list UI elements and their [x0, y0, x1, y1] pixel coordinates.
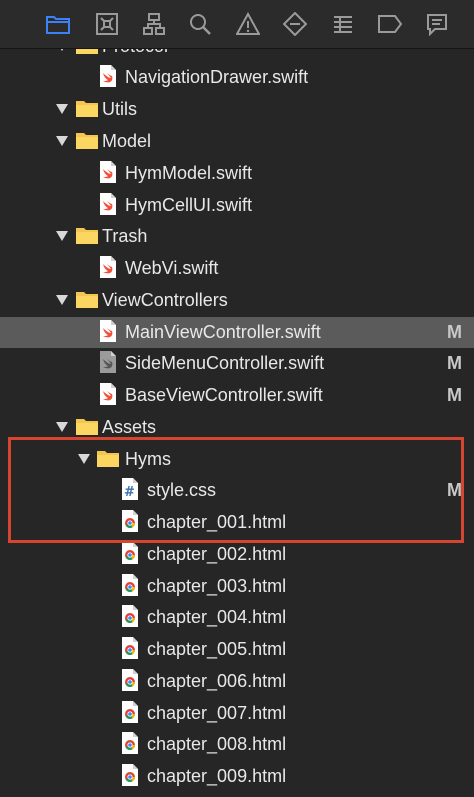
file-row[interactable]: chapter_004.html — [0, 602, 474, 633]
item-label: style.css — [147, 480, 217, 500]
hierarchy-icon[interactable] — [140, 10, 168, 38]
file-row[interactable]: chapter_005.html — [0, 634, 474, 665]
swift-file-icon — [100, 320, 116, 342]
breakpoint-icon[interactable] — [376, 10, 404, 38]
item-label: ViewControllers — [102, 290, 228, 310]
html-file-icon — [122, 732, 138, 754]
item-label: HymModel.swift — [125, 163, 253, 183]
item-label: chapter_007.html — [147, 703, 287, 723]
swift-file-icon — [100, 161, 116, 183]
html-file-icon — [122, 637, 138, 659]
item-label: BaseViewController.swift — [125, 385, 323, 405]
swift-file-icon — [100, 351, 116, 373]
html-file-icon — [122, 605, 138, 627]
folder-icon — [76, 417, 98, 435]
item-label: Assets — [102, 417, 157, 437]
item-label: NavigationDrawer.swift — [125, 67, 309, 87]
disclosure-triangle-icon[interactable] — [56, 422, 68, 432]
item-label: chapter_001.html — [147, 512, 287, 532]
folder-row[interactable]: Utils — [0, 94, 474, 125]
file-row[interactable]: chapter_008.html — [0, 729, 474, 760]
item-label: Utils — [102, 99, 137, 119]
test-icon[interactable] — [281, 10, 309, 38]
scm-status-badge: M — [447, 480, 462, 500]
folder-row[interactable]: Assets — [0, 412, 474, 443]
file-row[interactable]: SideMenuController.swift M — [0, 348, 474, 379]
warning-icon[interactable] — [234, 10, 262, 38]
disclosure-triangle-icon[interactable] — [56, 295, 68, 305]
file-row[interactable]: BaseViewController.swift M — [0, 380, 474, 411]
html-file-icon — [122, 701, 138, 723]
swift-file-icon — [100, 256, 116, 278]
file-row[interactable]: NavigationDrawer.swift — [0, 62, 474, 93]
file-row[interactable]: HymModel.swift — [0, 158, 474, 189]
scm-status-badge: M — [447, 353, 462, 373]
swift-file-icon — [100, 383, 116, 405]
folder-row[interactable]: Trash — [0, 221, 474, 252]
item-label: chapter_003.html — [147, 576, 287, 596]
file-row[interactable]: HymCellUI.swift — [0, 190, 474, 221]
file-row[interactable]: MainViewController.swift M — [0, 317, 474, 348]
file-row[interactable]: chapter_007.html — [0, 698, 474, 729]
item-label: MainViewController.swift — [125, 322, 321, 342]
swift-file-icon — [100, 193, 116, 215]
source-control-icon[interactable] — [93, 10, 121, 38]
item-label: chapter_002.html — [147, 544, 287, 564]
folder-icon — [76, 226, 98, 244]
css-file-icon: # — [122, 478, 138, 500]
file-row[interactable]: chapter_006.html — [0, 666, 474, 697]
search-icon[interactable] — [186, 10, 214, 38]
html-file-icon — [122, 542, 138, 564]
html-file-icon — [122, 669, 138, 691]
item-label: chapter_008.html — [147, 734, 287, 754]
disclosure-triangle-icon[interactable] — [56, 104, 68, 114]
folder-row[interactable]: Protocol — [0, 48, 474, 62]
html-file-icon — [122, 764, 138, 786]
item-label: SideMenuController.swift — [125, 353, 325, 373]
disclosure-triangle-icon[interactable] — [56, 231, 68, 241]
scm-status-badge: M — [447, 385, 462, 405]
folder-icon — [76, 131, 98, 149]
item-label: WebVi.swift — [125, 258, 219, 278]
file-row[interactable]: WebVi.swift — [0, 253, 474, 284]
folder-icon — [97, 449, 119, 467]
disclosure-triangle-icon[interactable] — [78, 454, 90, 464]
folder-icon — [76, 99, 98, 117]
file-row[interactable]: # style.css M — [0, 475, 474, 506]
item-label: HymCellUI.swift — [125, 195, 253, 215]
folder-row[interactable]: Hyms — [0, 444, 474, 475]
item-label: Hyms — [125, 449, 171, 469]
item-label: Trash — [102, 226, 148, 246]
item-label: chapter_004.html — [147, 607, 287, 627]
file-row[interactable]: chapter_001.html — [0, 507, 474, 538]
file-row[interactable]: chapter_009.html — [0, 761, 474, 792]
disclosure-triangle-icon[interactable] — [56, 136, 68, 146]
folder-row[interactable]: ViewControllers — [0, 285, 474, 316]
item-label: chapter_009.html — [147, 766, 287, 786]
svg-text:#: # — [124, 485, 135, 500]
file-row[interactable]: chapter_003.html — [0, 571, 474, 602]
item-label: Protocol — [102, 48, 168, 58]
item-label: Model — [102, 131, 152, 151]
file-row[interactable]: chapter_002.html — [0, 539, 474, 570]
folder-row[interactable]: Model — [0, 126, 474, 157]
report-icon[interactable] — [423, 10, 451, 38]
html-file-icon — [122, 574, 138, 596]
navigator-toolbar — [0, 0, 474, 49]
folder-icon — [76, 290, 98, 308]
swift-file-icon — [100, 65, 116, 87]
project-navigator-folder-icon[interactable] — [44, 10, 72, 38]
html-file-icon — [122, 510, 138, 532]
project-navigator-tree: Protocol NavigationDrawer.swift Utils Model… — [0, 48, 474, 797]
item-label: chapter_005.html — [147, 639, 287, 659]
item-label: chapter_006.html — [147, 671, 287, 691]
debug-icon[interactable] — [329, 10, 357, 38]
scm-status-badge: M — [447, 322, 462, 342]
